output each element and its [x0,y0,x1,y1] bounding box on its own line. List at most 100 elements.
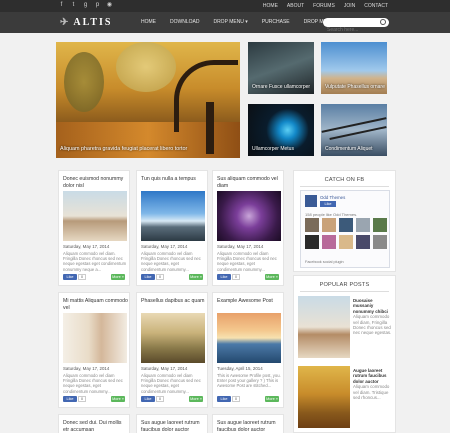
post-card: Sus augue laoreet rutrum faucibus dolor … [136,414,208,433]
search-input[interactable] [323,25,377,35]
post-title[interactable]: Sus augue laoreet rutrum faucibus dolor … [141,420,207,433]
post-title[interactable]: Donec sed dui. Dui mollis etr accumsan [63,420,129,433]
top-links: HOME ABOUT FORUMS JOIN CONTACT [263,2,388,10]
post-card: Sus aliquam commodo vel diam Saturday, M… [212,170,284,286]
featured-tile-caption[interactable]: Ornare Fusce ullamcorper [252,84,310,90]
nav-purchase[interactable]: PURCHASE [262,19,290,25]
search-icon[interactable] [380,19,386,25]
post-thumbnail[interactable] [63,313,127,363]
nav-home[interactable]: HOME [141,19,156,25]
avatar[interactable] [322,235,336,249]
avatar[interactable] [322,218,336,232]
featured-main-caption[interactable]: Aliquam pharetra gravida feugiat placera… [60,146,187,152]
fb-like-button[interactable]: Like [141,274,155,280]
featured-tile[interactable]: Condimentum Aliquet [321,104,387,156]
post-excerpt: This is Awesome Profile post, you. Enter… [217,373,281,389]
featured-main[interactable]: Aliquam pharetra gravida feugiat placera… [56,42,240,158]
search-box [323,18,389,35]
post-title[interactable]: Phasellus dapibus ac quam [141,298,207,305]
post-date: Saturday, May 17, 2014 [63,366,110,371]
top-link-join[interactable]: JOIN [344,2,355,10]
popular-post-title[interactable]: Duosaise mussaniy nonummy chibci [353,298,388,314]
nav-download[interactable]: DOWNLOAD [170,19,199,25]
featured-tile[interactable]: Vulputate Phasellus ornare [321,42,387,94]
divider [300,186,389,187]
twitter-icon[interactable]: t [70,2,77,9]
fb-page-like-button[interactable]: Like [320,201,336,207]
fb-page-avatar[interactable] [305,195,317,207]
popular-post-thumbnail[interactable] [298,366,350,428]
avatar[interactable] [373,235,387,249]
post-thumbnail[interactable] [141,191,205,241]
read-more-button[interactable]: More » [189,396,203,402]
post-thumbnail[interactable] [141,313,205,363]
divider [300,291,389,292]
rss-icon[interactable]: ◉ [106,2,113,9]
post-title[interactable]: Tun quis nulla a tempus [141,176,207,183]
fb-like-button[interactable]: Like [63,274,77,280]
top-link-contact[interactable]: CONTACT [364,2,388,10]
site-logo[interactable]: ✈ ALTIS [60,17,113,28]
post-title[interactable]: Mi mattis Aliquam commodo vel [63,298,129,311]
top-link-home[interactable]: HOME [263,2,278,10]
fb-page-name[interactable]: Odd Themes [320,195,345,200]
post-card: Donec euismod nonummy dolor nisl Saturda… [58,170,130,286]
post-title[interactable]: Sus aliquam commodo vel diam [217,176,283,189]
avatar[interactable] [339,218,353,232]
post-excerpt: Aliquam commodo vel diam Fringilla Donec… [63,373,123,394]
featured-tile[interactable]: Ornare Fusce ullamcorper [248,42,314,94]
avatar[interactable] [373,218,387,232]
googleplus-icon[interactable]: g [82,2,89,9]
avatar[interactable] [356,218,370,232]
fb-faces-grid [305,218,387,249]
read-more-button[interactable]: More » [189,274,203,280]
popular-post: Augue laoreet rutrum faucibus dolor auct… [298,366,393,430]
post-excerpt: Aliquam commodo vel diam Fringilla Donec… [217,251,277,272]
post-thumbnail[interactable] [217,313,281,363]
avatar[interactable] [356,235,370,249]
popular-post-title[interactable]: Augue laoreet rutrum faucibus dolor auct… [353,368,386,384]
facebook-widget: CATCH ON FB Odd Themes Like 158 people l… [293,170,396,272]
site-header: ✈ ALTIS HOME DOWNLOAD DROP MENU ▾ PURCHAS… [0,12,450,35]
popular-post: Duosaise mussaniy nonummy chibci Aliquam… [298,296,393,360]
featured-tile-caption[interactable]: Vulputate Phasellus ornare [325,84,385,90]
fb-like-button[interactable]: Like [217,274,231,280]
featured-tile-caption[interactable]: Ullamcorper Metus [252,146,294,152]
featured-tile[interactable]: Ullamcorper Metus [248,104,314,156]
popular-post-excerpt: Aliquam commodo vel diam. Tristique sed … [353,384,390,401]
widget-title: CATCH ON FB [324,177,365,183]
pinterest-icon[interactable]: p [94,2,101,9]
like-count: 0 [156,274,164,280]
avatar[interactable] [339,235,353,249]
post-card: Phasellus dapibus ac quam Saturday, May … [136,292,208,408]
top-link-about[interactable]: ABOUT [287,2,304,10]
read-more-button[interactable]: More » [265,274,279,280]
fb-like-button[interactable]: Like [141,396,155,402]
post-title[interactable]: Donec euismod nonummy dolor nisl [63,176,129,189]
top-link-forums[interactable]: FORUMS [313,2,335,10]
post-thumbnail[interactable] [217,191,281,241]
bridge-cable [321,117,387,133]
featured-tile-caption[interactable]: Condimentum Aliquet [325,146,373,152]
fb-like-button[interactable]: Like [63,396,77,402]
widget-title: POPULAR POSTS [319,282,370,288]
post-title[interactable]: Sus augue laoreet rutrum faucibus dolor … [217,420,283,433]
post-title[interactable]: Example Awesome Post [217,298,283,305]
avatar[interactable] [305,218,319,232]
read-more-button[interactable]: More » [111,274,125,280]
fb-plugin-label: Facebook social plugin [305,260,344,264]
post-thumbnail[interactable] [63,191,127,241]
hero-tree [116,42,176,92]
avatar[interactable] [305,235,319,249]
post-date: Tuesday, April 15, 2014 [217,366,263,371]
read-more-button[interactable]: More » [111,396,125,402]
popular-post-thumbnail[interactable] [298,296,350,358]
post-excerpt: Aliquam commodo vel diam Fringilla Donec… [141,251,201,272]
post-card: Donec sed dui. Dui mollis etr accumsan [58,414,130,433]
read-more-button[interactable]: More » [265,396,279,402]
post-date: Saturday, May 17, 2014 [63,244,110,249]
facebook-icon[interactable]: f [58,2,65,9]
nav-drop-menu[interactable]: DROP MENU ▾ [213,19,247,25]
popular-post-text: Duosaise mussaniy nonummy chibci Aliquam… [353,298,393,336]
fb-like-button[interactable]: Like [217,396,231,402]
